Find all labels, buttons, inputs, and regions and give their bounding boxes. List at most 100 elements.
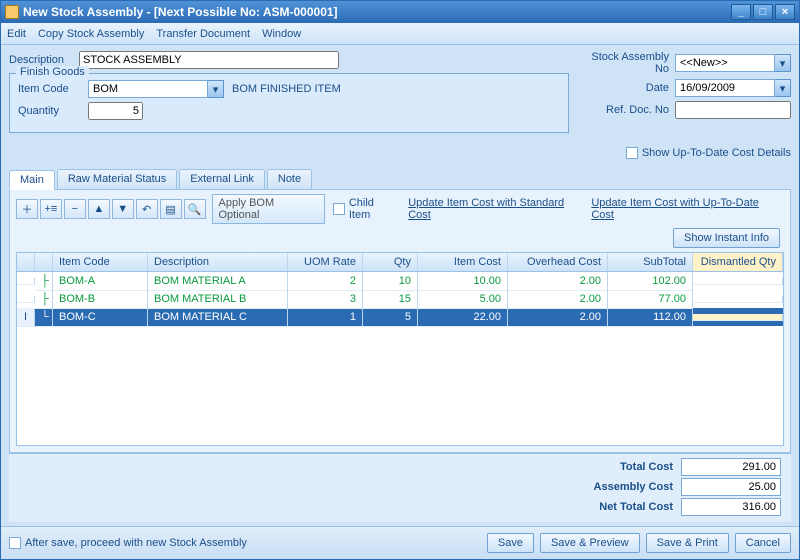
cell-uom[interactable]: 2 [288,272,363,291]
row-selector[interactable]: I [17,308,35,327]
description-input[interactable] [79,51,339,69]
col-item-cost[interactable]: Item Cost [418,253,508,271]
menubar: Edit Copy Stock Assembly Transfer Docume… [1,23,799,45]
date-dropdown[interactable]: ▾ [775,79,791,97]
menu-copy-stock-assembly[interactable]: Copy Stock Assembly [38,28,144,40]
item-code-label: Item Code [18,83,88,95]
cell-item-code[interactable]: BOM-C [53,308,148,327]
assembly-no-input[interactable] [675,54,775,72]
cell-item-code[interactable]: BOM-B [53,290,148,309]
minus-icon: − [72,203,78,215]
chevron-down-icon: ▾ [213,83,219,96]
col-item-code[interactable]: Item Code [53,253,148,271]
child-item-checkbox[interactable]: Child Item [333,197,398,221]
cell-subtotal[interactable]: 102.00 [608,272,693,291]
menu-window[interactable]: Window [262,28,301,40]
grid-body: ├ BOM-A BOM MATERIAL A 2 10 10.00 2.00 1… [17,272,783,326]
menu-transfer-document[interactable]: Transfer Document [156,28,250,40]
refdoc-input[interactable] [675,101,791,119]
cell-dismantled[interactable] [693,278,783,285]
item-code-input[interactable] [88,80,208,98]
cell-uom[interactable]: 1 [288,308,363,327]
assembly-no-dropdown[interactable]: ▾ [775,54,791,72]
col-qty[interactable]: Qty [363,253,418,271]
cell-item-code[interactable]: BOM-A [53,272,148,291]
close-button[interactable]: × [775,4,795,20]
minimize-button[interactable]: _ [731,4,751,20]
tab-panel-main: ＋ +≡ − ▲ ▼ ↶ ▤ 🔍 Apply BOM Optional Chil… [9,189,791,453]
show-instant-info-button[interactable]: Show Instant Info [673,228,780,248]
cell-description[interactable]: BOM MATERIAL A [148,272,288,291]
tree-icon: ├ [35,290,53,309]
save-preview-button[interactable]: Save & Preview [540,533,640,553]
insert-row-button[interactable]: +≡ [40,199,62,219]
move-down-button[interactable]: ▼ [112,199,134,219]
date-input[interactable] [675,79,775,97]
finish-goods-group: Finish Goods Item Code ▾ BOM FINISHED IT… [9,73,569,133]
table-row[interactable]: ├ BOM-A BOM MATERIAL A 2 10 10.00 2.00 1… [17,272,783,290]
tabs: Main Raw Material Status External Link N… [9,169,791,189]
col-subtotal[interactable]: SubTotal [608,253,693,271]
tree-header [35,253,53,271]
tab-note[interactable]: Note [267,169,312,189]
update-uptodate-cost-link[interactable]: Update Item Cost with Up-To-Date Cost [591,197,784,221]
show-uptodate-checkbox[interactable]: Show Up-To-Date Cost Details [626,147,791,159]
window-title: New Stock Assembly - [Next Possible No: … [23,5,731,19]
undo-button[interactable]: ↶ [136,199,158,219]
col-dismantled-qty[interactable]: Dismantled Qty [693,253,783,271]
cell-description[interactable]: BOM MATERIAL B [148,290,288,309]
cell-dismantled[interactable] [693,296,783,303]
plus-icon: ＋ [21,201,32,217]
col-description[interactable]: Description [148,253,288,271]
cell-overhead[interactable]: 2.00 [508,272,608,291]
table-row[interactable]: I └ BOM-C BOM MATERIAL C 1 5 22.00 2.00 … [17,308,783,326]
cell-subtotal[interactable]: 77.00 [608,290,693,309]
save-button[interactable]: Save [487,533,534,553]
cell-item-cost[interactable]: 22.00 [418,308,508,327]
footer: After save, proceed with new Stock Assem… [1,526,799,559]
table-row[interactable]: ├ BOM-B BOM MATERIAL B 3 15 5.00 2.00 77… [17,290,783,308]
cell-description[interactable]: BOM MATERIAL C [148,308,288,327]
update-standard-cost-link[interactable]: Update Item Cost with Standard Cost [408,197,589,221]
find-button[interactable]: 🔍 [184,199,206,219]
item-code-dropdown[interactable]: ▾ [208,80,224,98]
app-icon [5,5,19,19]
save-print-button[interactable]: Save & Print [646,533,729,553]
after-save-checkbox[interactable]: After save, proceed with new Stock Assem… [9,537,247,549]
tab-main[interactable]: Main [9,170,55,190]
tab-raw-material-status[interactable]: Raw Material Status [57,169,177,189]
assembly-no-label: Stock Assembly No [589,51,669,75]
cell-qty[interactable]: 10 [363,272,418,291]
cell-dismantled[interactable] [693,314,783,321]
cell-overhead[interactable]: 2.00 [508,290,608,309]
cell-item-cost[interactable]: 5.00 [418,290,508,309]
apply-bom-optional-button[interactable]: Apply BOM Optional [212,194,325,224]
row-selector[interactable] [17,296,35,303]
tree-icon: ├ [35,272,53,291]
cancel-button[interactable]: Cancel [735,533,791,553]
assembly-cost-value[interactable] [681,478,781,496]
arrow-down-icon: ▼ [117,203,128,215]
maximize-button[interactable]: □ [753,4,773,20]
col-overhead-cost[interactable]: Overhead Cost [508,253,608,271]
remove-row-button[interactable]: − [64,199,86,219]
cell-qty[interactable]: 5 [363,308,418,327]
net-total-value [681,498,781,516]
tab-external-link[interactable]: External Link [179,169,265,189]
select-all-button[interactable]: ▤ [160,199,182,219]
move-up-button[interactable]: ▲ [88,199,110,219]
chevron-down-icon: ▾ [780,82,786,95]
add-row-button[interactable]: ＋ [16,199,38,219]
undo-icon: ↶ [142,203,151,216]
col-uom-rate[interactable]: UOM Rate [288,253,363,271]
app-window: New Stock Assembly - [Next Possible No: … [0,0,800,560]
cell-overhead[interactable]: 2.00 [508,308,608,327]
checkbox-icon [626,147,638,159]
cell-uom[interactable]: 3 [288,290,363,309]
quantity-input[interactable] [88,102,143,120]
menu-edit[interactable]: Edit [7,28,26,40]
cell-qty[interactable]: 15 [363,290,418,309]
cell-item-cost[interactable]: 10.00 [418,272,508,291]
cell-subtotal[interactable]: 112.00 [608,308,693,327]
row-selector[interactable] [17,278,35,285]
